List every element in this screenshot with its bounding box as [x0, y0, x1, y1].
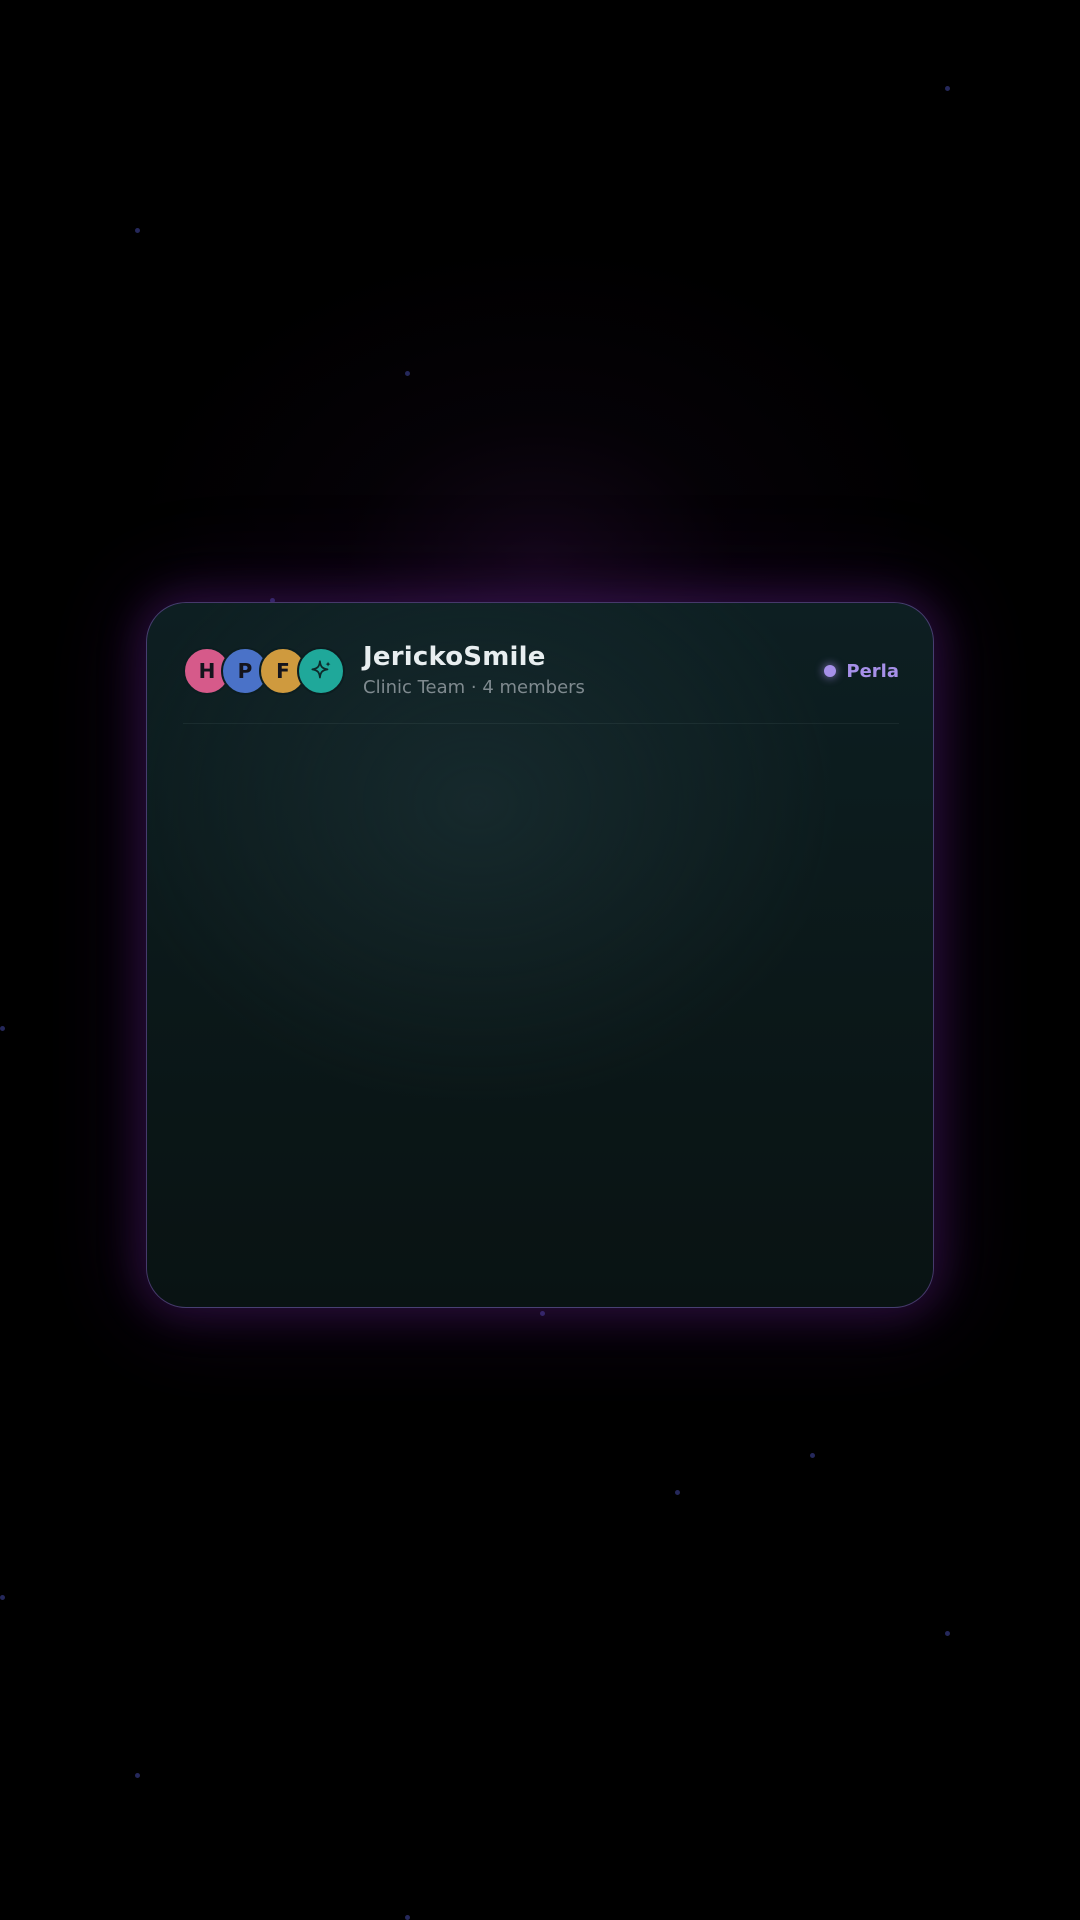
background-star	[0, 1026, 5, 1031]
group-name: JerickoSmile	[363, 642, 546, 672]
group-subtitle: Clinic Team · 4 members	[363, 677, 585, 698]
app-background: H P F JerickoSmile Clinic Team · 4 membe…	[0, 0, 1080, 1920]
chat-header[interactable]: H P F JerickoSmile Clinic Team · 4 membe…	[183, 639, 899, 703]
background-star	[405, 371, 410, 376]
background-star	[135, 1773, 140, 1778]
background-star	[675, 1490, 680, 1495]
presence-name: Perla	[846, 660, 899, 682]
group-chat-card: H P F JerickoSmile Clinic Team · 4 membe…	[146, 602, 934, 1308]
background-star	[810, 1453, 815, 1458]
background-star	[135, 228, 140, 233]
background-star	[0, 1595, 5, 1600]
background-star	[540, 1311, 545, 1316]
background-star	[945, 86, 950, 91]
sparkle-icon	[311, 660, 331, 679]
member-avatar-stack[interactable]: H P F	[183, 645, 345, 697]
group-info[interactable]: JerickoSmile Clinic Team · 4 members	[363, 641, 585, 701]
avatar-assistant[interactable]	[297, 647, 345, 695]
background-star	[405, 1915, 410, 1920]
background-star	[945, 1631, 950, 1636]
message-area[interactable]	[147, 724, 933, 1307]
presence-indicator[interactable]: Perla	[824, 661, 899, 682]
online-status-dot	[824, 665, 837, 677]
